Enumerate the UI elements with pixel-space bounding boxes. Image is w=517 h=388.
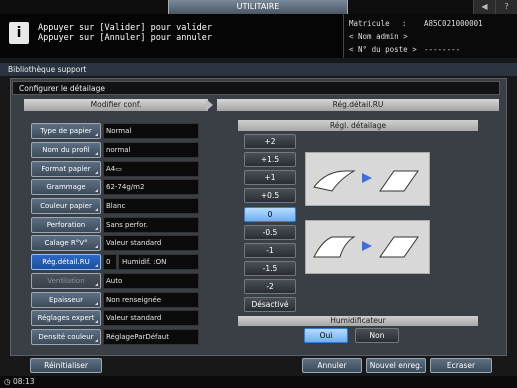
speaker-icon[interactable]: ◀ <box>473 0 495 14</box>
ventilation-value: Auto <box>103 273 199 289</box>
curl-adjust-value: 0 <box>103 254 117 270</box>
humidifier-status-value: Humidif. :ON <box>118 254 199 270</box>
color-density-button[interactable]: Densité couleur <box>31 329 101 345</box>
level-plus-1-5-button[interactable]: +1.5 <box>244 152 296 167</box>
paper-color-button[interactable]: Couleur papier <box>31 198 101 214</box>
matricule-label: Matricule <box>349 19 390 28</box>
level-minus-1-5-button[interactable]: -1.5 <box>244 261 296 276</box>
humidifier-off-button[interactable]: Non <box>355 328 399 343</box>
message-line-1: Appuyer sur [Valider] pour valider <box>38 23 212 33</box>
status-bar: ◷ 08:13 <box>0 376 517 388</box>
expert-settings-value: Valeur standard <box>103 310 199 326</box>
breadcrumb-level1: Bibliothèque support <box>0 63 517 76</box>
clock-time: 08:13 <box>12 377 35 386</box>
level-plus-2-button[interactable]: +2 <box>244 134 296 149</box>
poste-label: < N° du poste > <box>349 45 417 54</box>
curl-adjust-title: Rég.détail.RU <box>217 99 499 111</box>
perforation-button[interactable]: Perforation <box>31 217 101 233</box>
paper-size-value: A4▭ <box>103 161 199 177</box>
color-density-value: RéglageParDéfaut <box>103 329 199 345</box>
modify-conf-title: Modifier conf. <box>24 99 208 111</box>
ventilation-button: Ventilation <box>31 273 101 289</box>
level-disabled-button[interactable]: Désactivé <box>244 297 296 312</box>
user-info: Matricule : A85C021000001 < Nom admin > … <box>343 14 517 58</box>
detail-adjust-title: Régl. détailage <box>238 120 478 131</box>
paper-size-button[interactable]: Format papier <box>31 161 101 177</box>
level-0-button[interactable]: 0 <box>244 207 296 222</box>
top-bar: UTILITAIRE ◀ ? <box>0 0 517 14</box>
cancel-button[interactable]: Annuler <box>302 358 362 373</box>
level-minus-0-5-button[interactable]: -0.5 <box>244 225 296 240</box>
perforation-value: Sans perfor. <box>103 217 199 233</box>
paper-type-value: Normal <box>103 123 199 139</box>
matricule-separator: : <box>402 19 407 28</box>
info-icon: i <box>9 22 29 44</box>
admin-label: < Nom admin > <box>349 32 408 41</box>
level-minus-1-button[interactable]: -1 <box>244 243 296 258</box>
humidifier-title: Humidificateur <box>238 316 478 326</box>
curl-down-illustration <box>305 220 430 274</box>
message-area: i Appuyer sur [Valider] pour valider App… <box>0 14 343 58</box>
overwrite-button[interactable]: Ecraser <box>430 358 492 373</box>
profile-name-value: normal <box>103 142 199 158</box>
utility-screen: UTILITAIRE ◀ ? i Appuyer sur [Valider] p… <box>0 0 517 388</box>
weight-value: 62-74g/m2 <box>103 179 199 195</box>
poste-value: -------- <box>424 45 461 54</box>
tab-utilitaire[interactable]: UTILITAIRE <box>168 0 348 14</box>
thickness-button[interactable]: Epaisseur <box>31 292 101 308</box>
expert-settings-button[interactable]: Réglages expert <box>31 310 101 326</box>
breadcrumb-level2: Configurer le détailage <box>12 81 500 95</box>
matricule-value: A85C021000001 <box>424 19 483 28</box>
thickness-value: Non renseignée <box>103 292 199 308</box>
level-plus-0-5-button[interactable]: +0.5 <box>244 188 296 203</box>
help-icon[interactable]: ? <box>495 0 517 14</box>
level-minus-2-button[interactable]: -2 <box>244 279 296 294</box>
arrow-right-icon <box>206 99 213 111</box>
duplex-adjust-button[interactable]: Calage R°V° <box>31 235 101 251</box>
message-line-2: Appuyer sur [Annuler] pour annuler <box>38 33 212 43</box>
duplex-adjust-value: Valeur standard <box>103 235 199 251</box>
reset-button[interactable]: Réinitialiser <box>30 358 102 373</box>
humidifier-on-button[interactable]: Oui <box>304 328 348 343</box>
paper-color-value: Blanc <box>103 198 199 214</box>
profile-name-button[interactable]: Nom du profil <box>31 142 101 158</box>
curl-up-illustration <box>305 152 430 206</box>
new-save-button[interactable]: Nouvel enreg. <box>366 358 426 373</box>
level-plus-1-button[interactable]: +1 <box>244 170 296 185</box>
curl-adjust-button[interactable]: Rég.détail.RU <box>31 254 101 270</box>
paper-type-button[interactable]: Type de papier <box>31 123 101 139</box>
weight-button[interactable]: Grammage <box>31 179 101 195</box>
clock-icon: ◷ <box>4 377 11 386</box>
